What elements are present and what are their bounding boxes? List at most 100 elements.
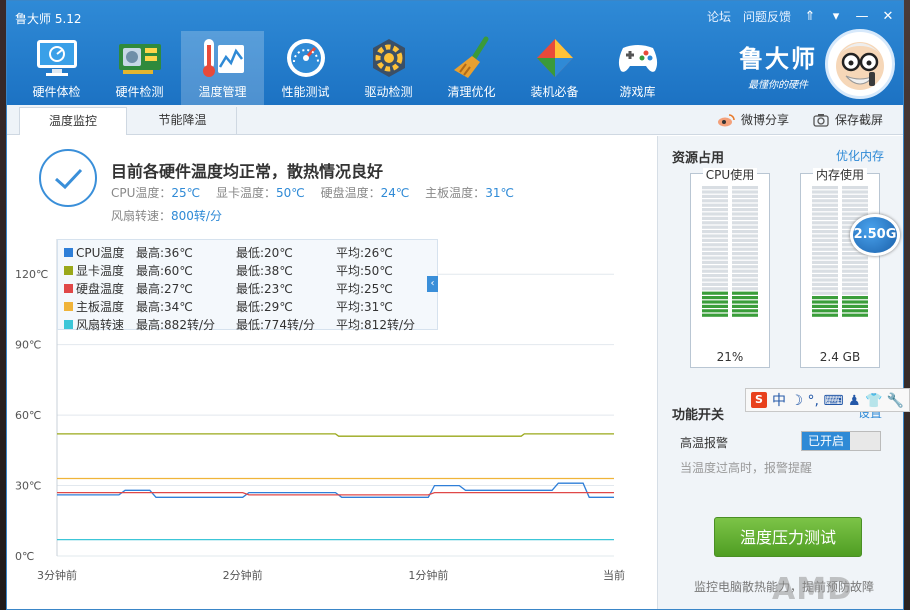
menu-dropdown-icon[interactable]: ▾ <box>829 9 843 24</box>
meter-segment <box>842 199 868 203</box>
meter-segment <box>732 278 758 282</box>
nav-driver-detect[interactable]: 驱动检测 <box>347 31 430 105</box>
x-tick-label: 当前 <box>603 568 625 582</box>
disk-temp-label: 硬盘温度： <box>320 186 381 200</box>
skin-icon[interactable]: ⇑ <box>803 9 817 24</box>
ludashi-mascot-avatar[interactable] <box>825 29 895 99</box>
meter-segment-active <box>732 304 758 308</box>
meter-segment <box>732 194 758 198</box>
meter-segment <box>812 186 838 190</box>
meter-segment <box>702 282 728 286</box>
meter-segment <box>732 247 758 251</box>
legend-row-disk: 硬盘温度 最高:27℃ 最低:23℃ 平均:25℃ <box>58 279 439 297</box>
temperature-stress-test-button[interactable]: 温度压力测试 <box>714 517 862 557</box>
legend-min: 最低:20℃ <box>236 246 293 260</box>
memory-usage-bars <box>812 186 868 317</box>
gpu-temp-label: 显卡温度： <box>215 186 276 200</box>
brand: 鲁大师 最懂你的硬件 <box>739 39 817 91</box>
meter-segment-active <box>732 309 758 313</box>
nav-game-library[interactable]: 游戏库 <box>596 31 679 105</box>
status-title: 目前各硬件温度均正常，散热情况良好 <box>111 162 384 181</box>
meter-segment <box>812 247 838 251</box>
nav-hardware-detect[interactable]: 硬件检测 <box>98 31 181 105</box>
meter-segment <box>732 260 758 264</box>
meter-segment <box>812 216 838 220</box>
nav-label: 装机必备 <box>530 85 579 99</box>
meter-segment <box>812 260 838 264</box>
meter-segment-active <box>842 304 868 308</box>
nav-temperature[interactable]: 温度管理 <box>181 31 264 105</box>
legend-max: 最高:34℃ <box>136 300 193 314</box>
meter-segment <box>702 203 728 207</box>
ime-toolbar[interactable]: S 中 ☽ °, ⌨ ♟ 👕 🔧 <box>745 388 910 412</box>
meter-segment <box>732 234 758 238</box>
legend-row-cpu: CPU温度 最高:36℃ 最低:20℃ 平均:26℃ <box>58 243 439 261</box>
meter-segment <box>812 208 838 212</box>
meter-segment <box>702 287 728 291</box>
meter-segment-active <box>812 309 838 313</box>
meter-segment <box>812 199 838 203</box>
meter-segment <box>702 234 728 238</box>
meter-segment <box>702 265 728 269</box>
meter-segment <box>732 282 758 286</box>
meter-segment <box>732 269 758 273</box>
optimize-memory-link[interactable]: 优化内存 <box>836 147 884 164</box>
nav-hardware-checkup[interactable]: 硬件体检 <box>15 31 98 105</box>
meter-segment <box>812 287 838 291</box>
meter-segment <box>812 203 838 207</box>
meter-segment <box>702 212 728 216</box>
meter-segment <box>732 252 758 256</box>
legend-swatch <box>64 320 73 329</box>
legend-name: 显卡温度 <box>76 264 125 278</box>
forum-link[interactable]: 论坛 <box>707 8 731 25</box>
weibo-share-button[interactable]: 微博分享 <box>717 111 789 128</box>
meter-segment <box>732 225 758 229</box>
close-button[interactable]: ✕ <box>881 9 895 24</box>
meter-segment <box>702 274 728 278</box>
save-screenshot-button[interactable]: 保存截屏 <box>813 111 883 128</box>
minimize-button[interactable]: — <box>855 9 869 24</box>
meter-segment <box>732 216 758 220</box>
meter-segment-active <box>842 296 868 300</box>
meter-segment <box>842 256 868 260</box>
alarm-hint: 当温度过高时，报警提醒 <box>680 461 813 475</box>
cpu-usage-label: CPU使用 <box>691 166 769 183</box>
high-temp-alarm-toggle[interactable]: 已开启 <box>801 431 881 451</box>
legend-avg: 平均:25℃ <box>336 282 393 296</box>
meter-segment <box>842 291 868 295</box>
meter-segment <box>732 199 758 203</box>
meter-segment <box>732 287 758 291</box>
meter-segment <box>702 216 728 220</box>
amd-watermark: AMD <box>772 572 853 607</box>
legend-swatch <box>64 284 73 293</box>
meter-segment <box>842 274 868 278</box>
meter-segment <box>702 247 728 251</box>
meter-segment <box>732 238 758 242</box>
resources-title: 资源占用 <box>672 151 725 166</box>
tab-temperature-monitor[interactable]: 温度监控 <box>19 107 127 135</box>
screen: 鲁大师 5.12 论坛 问题反馈 ⇑ ▾ — ✕ 硬件体检 硬件检测 温度管理 … <box>0 0 910 610</box>
meter-segment <box>842 190 868 194</box>
meter-segment <box>812 282 838 286</box>
meter-segment <box>732 230 758 234</box>
status-ok-icon <box>39 149 97 207</box>
memory-release-bubble[interactable]: 2.50G <box>850 214 900 256</box>
feedback-link[interactable]: 问题反馈 <box>743 8 791 25</box>
meter-segment <box>732 208 758 212</box>
meter-segment <box>732 186 758 190</box>
tab-energy-saving[interactable]: 节能降温 <box>129 107 237 135</box>
meter-segment <box>732 203 758 207</box>
meter-segment-active <box>842 313 868 317</box>
meter-segment <box>732 256 758 260</box>
meter-segment <box>702 260 728 264</box>
graphics-card-icon <box>114 35 166 81</box>
chart-legend: CPU温度 最高:36℃ 最低:20℃ 平均:26℃ 显卡温度 最高:60℃ 最… <box>57 239 439 332</box>
nav-software-essentials[interactable]: 装机必备 <box>513 31 596 105</box>
nav-clean-optimize[interactable]: 清理优化 <box>430 31 513 105</box>
x-tick-label: 2分钟前 <box>223 568 263 582</box>
cpu-usage-meter: CPU使用 21% <box>690 168 770 368</box>
legend-name: 硬盘温度 <box>76 282 125 296</box>
legend-min: 最低:29℃ <box>236 300 293 314</box>
nav-performance[interactable]: 性能测试 <box>264 31 347 105</box>
legend-collapse-button[interactable]: ‹ <box>427 276 438 292</box>
